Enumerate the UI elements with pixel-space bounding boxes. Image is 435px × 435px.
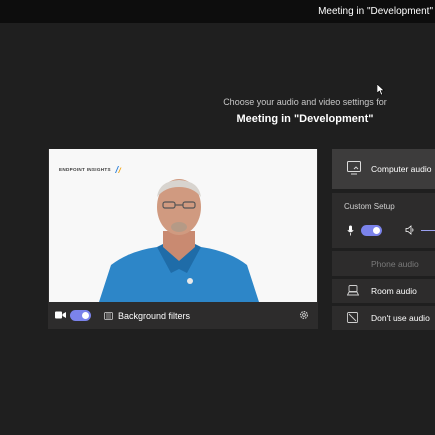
computer-audio-icon [347, 161, 361, 175]
camera-preview: ENDPOINT INSIGHTS [49, 149, 317, 302]
dont-use-audio-option[interactable]: Don't use audio [332, 306, 435, 330]
video-preview-panel: ENDPOINT INSIGHTS Background filters [48, 149, 318, 329]
gear-icon[interactable] [299, 310, 309, 320]
mouse-cursor-icon [377, 84, 385, 96]
speaker-volume-slider[interactable] [421, 230, 435, 231]
microphone-toggle[interactable] [361, 225, 382, 236]
settings-prompt: Choose your audio and video settings for [223, 97, 387, 107]
window-title: Meeting in "Development" [318, 6, 433, 17]
room-audio-icon [347, 285, 359, 296]
background-filters-button[interactable]: Background filters [118, 311, 190, 321]
dont-use-audio-label: Don't use audio [371, 313, 430, 323]
brand-logo: ENDPOINT INSIGHTS [59, 165, 123, 174]
video-controls: Background filters [48, 302, 318, 329]
speaker-icon [405, 225, 414, 235]
no-audio-icon [347, 312, 358, 323]
computer-audio-option[interactable]: Computer audio [332, 149, 435, 189]
brand-logo-text: ENDPOINT INSIGHTS [59, 167, 111, 172]
camera-icon [55, 311, 66, 319]
title-bar: Meeting in "Development" [0, 0, 435, 23]
background-filters-icon [104, 312, 113, 320]
camera-toggle[interactable] [70, 310, 91, 321]
toggle-knob [82, 312, 89, 319]
phone-audio-label: Phone audio [371, 259, 419, 269]
computer-audio-label: Computer audio [371, 164, 432, 174]
participant-video [99, 179, 259, 302]
brand-logo-icon [114, 166, 122, 173]
toggle-knob [373, 227, 380, 234]
custom-setup-panel: Custom Setup [332, 193, 435, 248]
meeting-name: Meeting in "Development" [236, 113, 374, 125]
custom-setup-label: Custom Setup [344, 202, 395, 211]
room-audio-label: Room audio [371, 286, 417, 296]
phone-audio-option[interactable]: Phone audio [332, 251, 435, 276]
room-audio-option[interactable]: Room audio [332, 279, 435, 303]
microphone-icon [347, 225, 354, 236]
